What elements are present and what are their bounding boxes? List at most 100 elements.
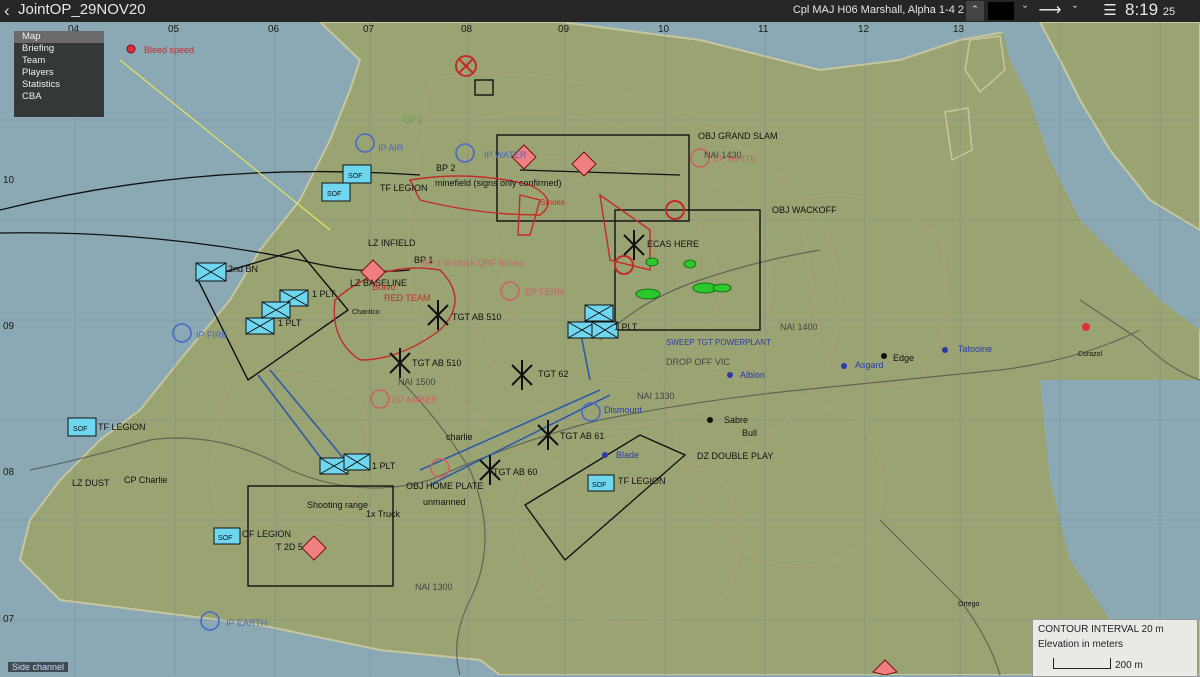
player-info: Cpl MAJ H06 Marshall, Alpha 1-4 2 [792,4,964,16]
grid-label-09: 09 [558,24,570,35]
grid-label-08: 08 [461,24,473,35]
bravo-label: Bravo [372,282,396,292]
unmanned-label: unmanned [423,497,466,507]
grid-label-05: 05 [168,24,180,35]
grid-label-06: 06 [268,24,280,35]
obj-home-plate-label: OBJ HOME PLATE [406,481,483,491]
sabre-label: Sabre [724,415,748,425]
grid-label-07-left: 07 [3,614,15,625]
plt-label: 1 PLT [372,461,396,471]
grid-label-09-left: 09 [3,321,15,332]
grid-label-12: 12 [858,24,870,35]
ip-water-label: IP WATER [484,150,527,160]
plt-label: 1 PLT [278,318,302,328]
truck-label: 1x Truck [366,509,401,519]
tgt-ab510-label: TGT AB 510 [452,312,501,322]
clock-seconds: 25 [1162,6,1176,18]
smoke-label: Smoke [540,198,565,207]
grid-label-11: 11 [758,24,769,35]
chantico-label: Chantico [352,309,380,316]
chevron-left-icon[interactable]: ‹ [4,1,10,21]
gps-marker-icon[interactable]: ⟶ [1038,1,1062,21]
block-qrf-label: BP 1 to block QRF forces [422,258,524,268]
tf-legion-label: TF LEGION [618,476,666,486]
edge-label: Edge [893,353,914,363]
shooting-range-label: Shooting range [307,500,368,510]
tatooine-label: Tatooine [958,344,992,354]
ip-fire-label: IP FIRE [196,330,227,340]
minefield-label: minefield (signs only confirmed) [435,178,562,188]
svg-text:SOF: SOF [348,173,362,180]
ecas-label: ECAS HERE [647,239,699,249]
bull-label: Bull [742,428,757,438]
scale-label: 200 m [1115,660,1143,671]
plt-label: 1 PLT [614,322,638,332]
2nd-bn-label: 2nd BN [228,264,258,274]
lz-dust-label: LZ DUST [72,478,110,488]
tf-legion-label: TF LEGION [380,183,428,193]
sweep-label: SWEEP TGT POWERPLANT [666,338,771,347]
dismount-label: Dismount [604,405,643,415]
channel-label: Side channel [12,662,65,672]
diary-menu: Map Briefing Team Players Statistics CBA [14,31,104,117]
scale-bar [1053,658,1111,669]
menu-item-cba[interactable]: CBA [14,91,104,103]
ip-earth-label: IP EARTH [226,618,267,628]
asgard-label: Asgard [855,360,884,370]
nai-label: NAI 1500 [398,377,436,387]
layers-icon[interactable]: ☰ [1101,1,1119,21]
charlie-label: charlie [446,432,473,442]
lz-infield-label: LZ INFIELD [368,238,416,248]
elevation-note: Elevation in meters [1038,639,1124,650]
chevron-down-icon[interactable]: ˇ [1016,1,1034,21]
of-legion-label: OF LEGION [242,529,291,539]
nai-label: NAI 1400 [780,322,818,332]
obj-grand-slam-label: OBJ GRAND SLAM [698,131,778,141]
tf-legion-label: TF LEGION [98,422,146,432]
tgt-ab510b-label: TGT AB 510 [412,358,461,368]
ep-amber-label: EP AMBER [392,395,438,405]
grid-label-10: 10 [658,24,670,35]
blade-label: Blade [616,450,639,460]
menu-item-map[interactable]: Map [14,31,104,43]
tgt-ab61-label: TGT AB 61 [560,431,604,441]
svg-text:SOF: SOF [73,426,87,433]
tgt-62-label: TGT 62 [538,369,568,379]
menu-item-team[interactable]: Team [14,55,104,67]
chevron-up-icon[interactable]: ˆ [966,1,984,21]
title-bar: ‹ JointOP_29NOV20 Cpl MAJ H06 Marshall, … [0,0,1200,22]
menu-item-briefing[interactable]: Briefing [14,43,104,55]
chat-channel[interactable]: Side channel [8,662,69,672]
game-clock: 8:19 25 [1125,0,1175,20]
menu-item-players[interactable]: Players [14,67,104,79]
nai-label: NAI 1330 [637,391,675,401]
map-canvas[interactable]: 04 05 06 07 08 09 10 11 12 13 10 09 08 0… [0,22,1200,675]
chevron-down-icon[interactable]: ˇ [1066,1,1084,21]
grid-label-07: 07 [363,24,375,35]
svg-text:SOF: SOF [218,535,232,542]
ortego-label: Ortego [958,601,980,608]
grid-label-10-left: 10 [3,175,15,186]
ep-fern-label: EP FERN [525,287,564,297]
mission-title: JointOP_29NOV20 [18,1,146,18]
contour-interval: CONTOUR INTERVAL 20 m [1038,624,1164,635]
ip-air-label: IP AIR [378,143,404,153]
bleed-speed-label: Bleed speed [144,45,194,55]
obj-wackoff-label: OBJ WACKOFF [772,205,837,215]
bp2-label: BP 2 [436,163,455,173]
svg-text:SOF: SOF [592,482,606,489]
grid-label-08-left: 08 [3,467,15,478]
t2d5-label: T 2D 5 [276,542,303,552]
corazol-label: Corazol [1078,351,1103,358]
dz-double-play-label: DZ DOUBLE PLAY [697,451,773,461]
cp2-label: CP 2 [403,115,423,125]
menu-item-statistics[interactable]: Statistics [14,79,104,91]
cp-charlie-label: CP Charlie [124,475,167,485]
grid-label-13: 13 [953,24,965,35]
contour-legend: CONTOUR INTERVAL 20 m Elevation in meter… [1032,619,1198,677]
tgt-ab60-label: TGT AB 60 [493,467,537,477]
color-swatch[interactable] [988,2,1014,20]
nai-label: NAI 1300 [415,582,453,592]
nai-label: NAI 1430 [704,150,742,160]
clock-hm: 8:19 [1125,0,1159,19]
